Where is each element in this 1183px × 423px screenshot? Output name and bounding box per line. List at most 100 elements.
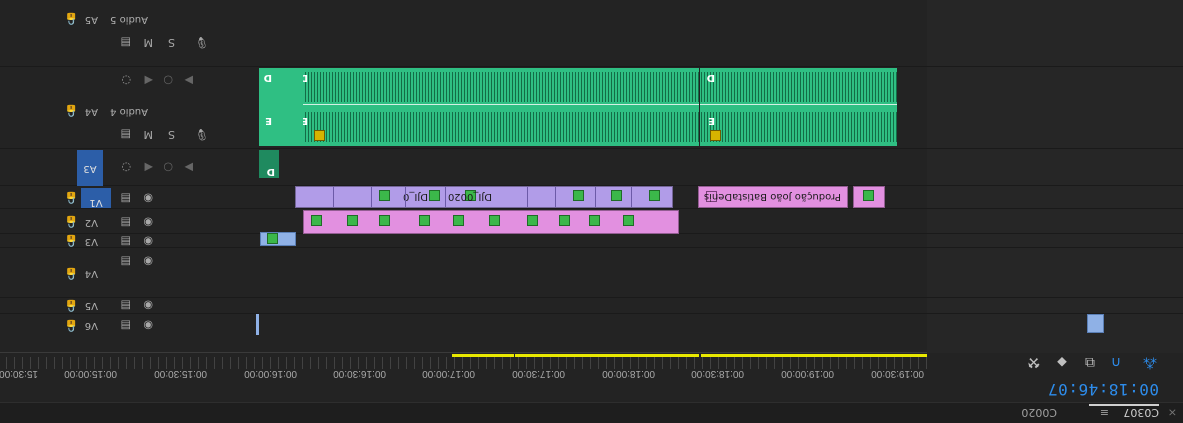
ruler-label: 00:17:00:00	[422, 368, 475, 379]
close-tab-icon[interactable]: ×	[1168, 406, 1177, 419]
film-icon[interactable]: ▤	[121, 128, 131, 141]
track-name-audio5[interactable]: Audio 5	[110, 14, 148, 25]
track-label-a4: A4	[84, 106, 98, 117]
lock-icon[interactable]: 🔓	[64, 299, 78, 312]
cut-line	[371, 186, 372, 207]
film-icon[interactable]: ▤	[121, 319, 131, 332]
clip-v3[interactable]	[260, 232, 296, 246]
keyframe-prev-icon[interactable]: ◀	[145, 74, 153, 87]
film-icon[interactable]: ▤	[121, 235, 131, 248]
playhead-timecode[interactable]: 00:18:46:07	[1048, 380, 1159, 399]
clip-label: Produção João BatistaDenis	[703, 191, 841, 202]
keyframe-prev-icon[interactable]: ◀	[145, 161, 153, 174]
solo-button[interactable]: S	[168, 128, 175, 141]
track-label-a5: A5	[84, 14, 98, 25]
keyframe-next-icon[interactable]: ▶	[185, 161, 193, 174]
voice-icon[interactable]: 🎙	[195, 36, 209, 49]
clip-v1-single[interactable]	[853, 186, 885, 208]
mute-button[interactable]: M	[144, 36, 154, 49]
lock-icon[interactable]: 🔓	[64, 234, 78, 247]
tab-c0020[interactable]: C0020	[1021, 406, 1057, 419]
fx-badge	[489, 215, 500, 226]
fx-badge	[419, 215, 430, 226]
track-name-audio4[interactable]: Audio 4	[110, 106, 148, 117]
volume-keyline	[700, 104, 897, 105]
film-icon[interactable]: ▤	[121, 192, 131, 205]
audio-clip-a3[interactable]: D	[259, 150, 279, 178]
snap-icon[interactable]: ∩	[1107, 354, 1125, 370]
clip-v1-title[interactable]: Produção João BatistaDenis	[698, 186, 848, 208]
eye-icon[interactable]: ◉	[143, 255, 153, 268]
ruler-label: 00:18:00:00	[602, 368, 655, 379]
audio-clip-a4-main[interactable]: E D	[295, 68, 699, 146]
clip-v6-start[interactable]	[256, 314, 259, 335]
waveform	[295, 112, 699, 142]
voice-icon[interactable]: ◌	[121, 161, 131, 174]
lock-icon[interactable]: 🔓	[64, 215, 78, 228]
fx-badge	[710, 130, 721, 141]
fx-badge	[527, 215, 538, 226]
marker-e: E	[265, 115, 272, 126]
clip-v6-end[interactable]	[1087, 314, 1104, 333]
film-icon[interactable]: ▤	[121, 299, 131, 312]
fx-badge	[559, 215, 570, 226]
cut-line	[333, 186, 334, 207]
wrench-icon[interactable]: ⚒	[1025, 354, 1043, 370]
marker-d: D	[266, 166, 275, 177]
eye-icon[interactable]: ◉	[143, 235, 153, 248]
track-v1: 🔓 V1 ▤ ◉ Produção João BatistaDenis DJI_…	[0, 185, 1183, 209]
fx-badge	[379, 190, 390, 201]
film-icon[interactable]: ▤	[121, 36, 131, 49]
cut-line	[631, 186, 632, 207]
clip-group-v1[interactable]: DJI_0 DJI_0020	[295, 186, 673, 208]
mute-button[interactable]: M	[144, 128, 154, 141]
track-a4: 🔓 A4 Audio 4 ▤ M S 🎙 ◌ ◀ ○ ▶ E D E D E D	[0, 66, 1183, 149]
source-patch-a3[interactable]: A3	[77, 150, 103, 186]
clip-group-v2[interactable]	[303, 210, 679, 234]
lock-icon[interactable]: 🔓	[64, 104, 78, 117]
lock-icon[interactable]: 🔓	[64, 319, 78, 332]
keyframe-toggle-icon[interactable]: ◌	[121, 74, 131, 87]
film-icon[interactable]: ▤	[121, 216, 131, 229]
ruler-label: 00:17:30:00	[512, 368, 565, 379]
work-area-bar[interactable]	[515, 354, 699, 357]
work-area-bar[interactable]	[452, 354, 514, 357]
eye-icon[interactable]: ◉	[143, 216, 153, 229]
track-a3: A3 ◌ ◀ ○ ▶ D	[0, 148, 1183, 186]
waveform	[700, 112, 897, 142]
audio-clip-a4-head[interactable]: E D	[259, 68, 303, 146]
voice-icon[interactable]: 🎙	[195, 128, 209, 141]
keyframe-icon[interactable]: ○	[163, 161, 173, 174]
source-patch-v1[interactable]: V1	[81, 188, 111, 208]
ruler-label: 00:19:30:00	[871, 368, 924, 379]
audio-clip-a4-right[interactable]: E D	[700, 68, 897, 146]
eye-icon[interactable]: ◉	[143, 192, 153, 205]
fx-badge	[267, 233, 278, 244]
waveform	[295, 72, 699, 102]
cut-line	[555, 186, 556, 207]
ruler-label: 00:16:30:00	[333, 368, 386, 379]
keyframe-next-icon[interactable]: ▶	[185, 74, 193, 87]
lock-icon[interactable]: 🔓	[64, 191, 78, 204]
lock-icon[interactable]: 🔓	[64, 12, 78, 25]
solo-button[interactable]: S	[168, 36, 175, 49]
linked-selection-icon[interactable]: ⧉	[1081, 354, 1099, 370]
film-icon[interactable]: ▤	[121, 255, 131, 268]
lock-icon[interactable]: 🔓	[64, 267, 78, 280]
work-area-bar[interactable]	[701, 354, 927, 357]
track-label-v1: V1	[89, 197, 103, 208]
ruler-label: 00:16:00:00	[244, 368, 297, 379]
eye-icon[interactable]: ◉	[143, 319, 153, 332]
waveform	[700, 72, 897, 102]
fx-badge	[429, 190, 440, 201]
keyframe-icon[interactable]: ○	[163, 74, 173, 87]
fx-badge	[314, 130, 325, 141]
tab-c0307[interactable]: C0307	[1123, 406, 1159, 419]
marker-d: D	[706, 72, 715, 83]
nest-icon[interactable]: ⁂	[1141, 354, 1159, 370]
track-label-v4: V4	[84, 268, 98, 279]
tab-menu-icon[interactable]: ≡	[1100, 406, 1109, 419]
eye-icon[interactable]: ◉	[143, 299, 153, 312]
track-v4: 🔓 V4 ▤ ◉	[0, 247, 1183, 298]
marker-add-icon[interactable]: ⬥	[1053, 354, 1071, 370]
